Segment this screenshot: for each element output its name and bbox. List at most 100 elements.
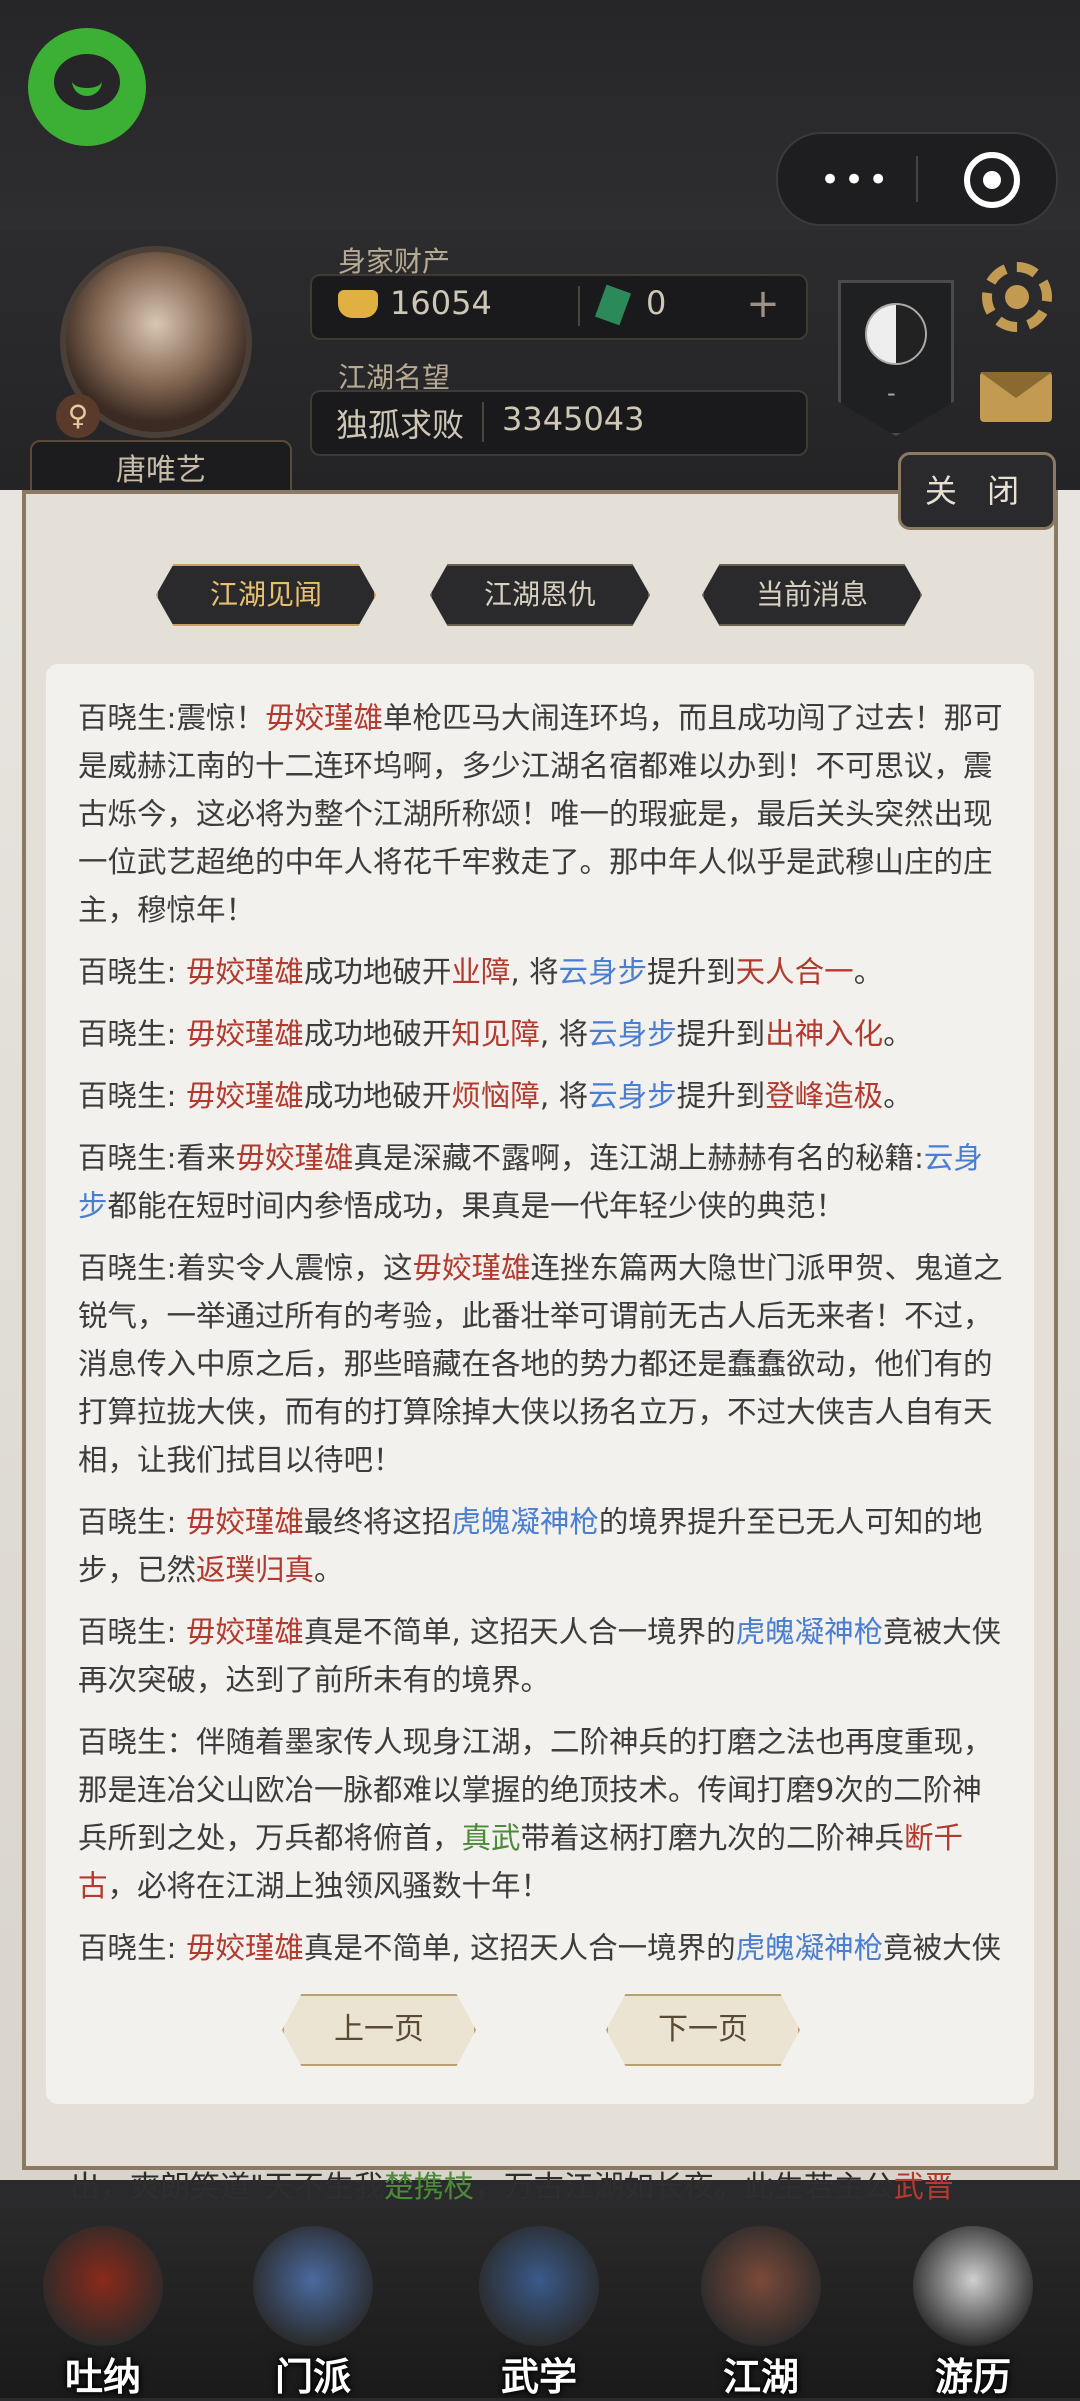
message-text: 最终将这招 xyxy=(303,1505,452,1539)
recharge-plus-button[interactable]: + xyxy=(740,282,786,328)
message-text: 。 xyxy=(883,1079,913,1113)
message-text: 成功地破开 xyxy=(303,1079,452,1113)
message-item: 百晓生:震惊！毋姣瑾雄单枪匹马大闹连环坞，而且成功闯了过去！那可是威赫江南的十二… xyxy=(78,694,1008,934)
message-text: 提升到 xyxy=(647,955,736,989)
player-title: 独孤求败 xyxy=(336,406,465,444)
message-item: 百晓生:着实令人震惊，这毋姣瑾雄连挫东篇两大隐世门派甲贺、鬼道之锐气，一举通过所… xyxy=(78,1244,1008,1484)
nav-label: 门派 xyxy=(274,2355,351,2399)
reputation-divider xyxy=(482,402,484,442)
next-page-button[interactable]: 下一页 xyxy=(606,1994,800,2066)
message-item: 百晓生：伴随着墨家传人现身江湖，二阶神兵的打磨之法也再度重现，那是连冶父山欧冶一… xyxy=(78,1718,1008,1910)
message-text: , 将 xyxy=(539,1017,589,1051)
message-text: 成功地破开 xyxy=(303,955,452,989)
message-item: 百晓生: 毋姣瑾雄成功地破开业障, 将云身步提升到天人合一。 xyxy=(78,948,1008,996)
highlight-text: 毋姣瑾雄 xyxy=(185,1079,304,1113)
marquee-text: 楚携枝 xyxy=(383,2170,474,2205)
message-text: ，必将在江湖上独领风骚数十年！ xyxy=(107,1869,551,1903)
straw-hat-icon xyxy=(701,2226,821,2346)
message-item: 百晓生: 毋姣瑾雄最终将这招虎魄凝神枪的境界提升至已无人可知的地步，已然返璞归真… xyxy=(78,1498,1008,1594)
marquee-text: 武晋 xyxy=(893,2170,954,2205)
nav-label: 江湖 xyxy=(722,2355,799,2399)
gold-ingot-icon xyxy=(338,290,378,318)
more-icon[interactable]: ••• xyxy=(820,160,892,200)
message-text: 。 xyxy=(883,1017,913,1051)
nav-item-travel[interactable]: 游历 xyxy=(898,2226,1048,2399)
gear-icon[interactable] xyxy=(982,262,1052,332)
highlight-text: 毋姣瑾雄 xyxy=(235,1141,354,1175)
message-text: 百晓生:震惊！ xyxy=(78,701,265,735)
message-text: 真是不简单, 这招天人合一境界的 xyxy=(303,1615,736,1649)
scroll-book-icon xyxy=(479,2226,599,2346)
highlight-text: 返璞归真 xyxy=(196,1553,315,1587)
chat-logo-icon[interactable] xyxy=(28,28,146,146)
nav-item-martial-arts[interactable]: 武学 xyxy=(464,2226,614,2399)
message-item: 百晓生:看来毋姣瑾雄真是深藏不露啊，连江湖上赫赫有名的秘籍:云身步都能在短时间内… xyxy=(78,1134,1008,1230)
wealth-divider xyxy=(578,286,580,326)
message-item: 百晓生: 毋姣瑾雄真是不简单, 这招天人合一境界的虎魄凝神枪竟被大侠再次突破，达… xyxy=(78,1608,1008,1704)
nav-item-sect[interactable]: 门派 xyxy=(238,2226,388,2399)
message-item: 百晓生: 毋姣瑾雄成功地破开知见障, 将云身步提升到出神入化。 xyxy=(78,1010,1008,1058)
message-text: , 将 xyxy=(510,955,559,989)
highlight-text: 虎魄凝神枪 xyxy=(735,1931,884,1965)
highlight-text: 业障 xyxy=(451,955,511,989)
message-text: 百晓生: xyxy=(78,1615,186,1649)
highlight-text: 毋姣瑾雄 xyxy=(185,1505,304,1539)
message-item: 百晓生: 毋姣瑾雄成功地破开烦恼障, 将云身步提升到登峰造极。 xyxy=(78,1072,1008,1120)
message-text: , 将 xyxy=(539,1079,589,1113)
tab-current-messages[interactable]: 当前消息 xyxy=(702,564,922,626)
highlight-text: 毋姣瑾雄 xyxy=(412,1251,531,1285)
message-text: 带着这柄打磨九次的二阶神兵 xyxy=(520,1821,905,1855)
wealth-bar xyxy=(310,274,808,340)
message-item: 百晓生: 毋姣瑾雄真是不简单, 这招天人合一境界的虎魄凝神枪竟被大侠再次突破，达… xyxy=(78,1924,1008,1978)
message-text: 。 xyxy=(314,1553,344,1587)
sect-banner-icon xyxy=(253,2226,373,2346)
marquee-text: ，万古江湖如长夜。此生若主公 xyxy=(473,2170,894,2205)
highlight-text: 云身步 xyxy=(588,1017,677,1051)
reputation-value: 3345043 xyxy=(502,400,645,438)
highlight-text: 毋姣瑾雄 xyxy=(185,1931,304,1965)
highlight-text: 烦恼障 xyxy=(451,1079,540,1113)
tab-jianghu-news[interactable]: 江湖见闻 xyxy=(156,564,376,626)
gourd-icon xyxy=(43,2226,163,2346)
highlight-text: 虎魄凝神枪 xyxy=(451,1505,599,1539)
yin-yang-icon xyxy=(865,303,927,365)
nav-label: 武学 xyxy=(500,2355,577,2399)
message-list[interactable]: 百晓生:震惊！毋姣瑾雄单枪匹马大闹连环坞，而且成功闯了过去！那可是威赫江南的十二… xyxy=(78,694,1008,1978)
jade-amount: 0 xyxy=(646,284,667,322)
message-panel: 百晓生:震惊！毋姣瑾雄单枪匹马大闹连环坞，而且成功闯了过去！那可是威赫江南的十二… xyxy=(46,664,1034,2104)
mail-icon[interactable] xyxy=(980,372,1052,422)
message-text: 百晓生: xyxy=(78,1079,186,1113)
scrolling-announcement: 出，爽朗笑道"天不生我楚携枝，万古江湖如长夜。此生若主公武晋 xyxy=(70,2164,1050,2212)
highlight-text: 出神入化 xyxy=(765,1017,884,1051)
message-text: 都能在短时间内参悟成功，果真是一代年轻少侠的典范！ xyxy=(107,1189,846,1223)
message-text: 百晓生: xyxy=(78,1931,186,1965)
close-target-icon[interactable] xyxy=(964,152,1020,208)
highlight-text: 天人合一 xyxy=(735,955,854,989)
highlight-text: 虎魄凝神枪 xyxy=(735,1615,884,1649)
message-text: 成功地破开 xyxy=(303,1017,452,1051)
highlight-text: 云身步 xyxy=(588,1079,677,1113)
tab-jianghu-feud[interactable]: 江湖恩仇 xyxy=(430,564,650,626)
highlight-text: 知见障 xyxy=(451,1017,540,1051)
female-icon: ♀ xyxy=(56,394,100,438)
highlight-text: 毋姣瑾雄 xyxy=(185,1615,304,1649)
highlight-text: 毋姣瑾雄 xyxy=(185,1017,304,1051)
message-text: 百晓生:着实令人震惊，这 xyxy=(78,1251,413,1285)
message-text: 提升到 xyxy=(676,1017,766,1051)
capsule-menu[interactable]: ••• xyxy=(776,132,1058,226)
highlight-text: 真武 xyxy=(461,1821,521,1855)
message-text: 提升到 xyxy=(676,1079,766,1113)
nav-item-jianghu[interactable]: 江湖 xyxy=(686,2226,836,2399)
message-text: 百晓生:看来 xyxy=(78,1141,236,1175)
nav-item-tuna[interactable]: 吐纳 xyxy=(28,2226,178,2399)
close-button[interactable]: 关 闭 xyxy=(898,452,1056,530)
gold-amount: 16054 xyxy=(390,284,492,322)
nav-label: 游历 xyxy=(934,2355,1011,2399)
marquee-text: 出，爽朗笑道"天不生我 xyxy=(70,2170,384,2205)
message-text: 。 xyxy=(853,955,884,989)
horse-icon xyxy=(913,2226,1033,2346)
prev-page-button[interactable]: 上一页 xyxy=(282,1994,476,2066)
message-text: 百晓生: xyxy=(78,955,186,989)
nav-label: 吐纳 xyxy=(64,2355,141,2399)
highlight-text: 登峰造极 xyxy=(765,1079,884,1113)
